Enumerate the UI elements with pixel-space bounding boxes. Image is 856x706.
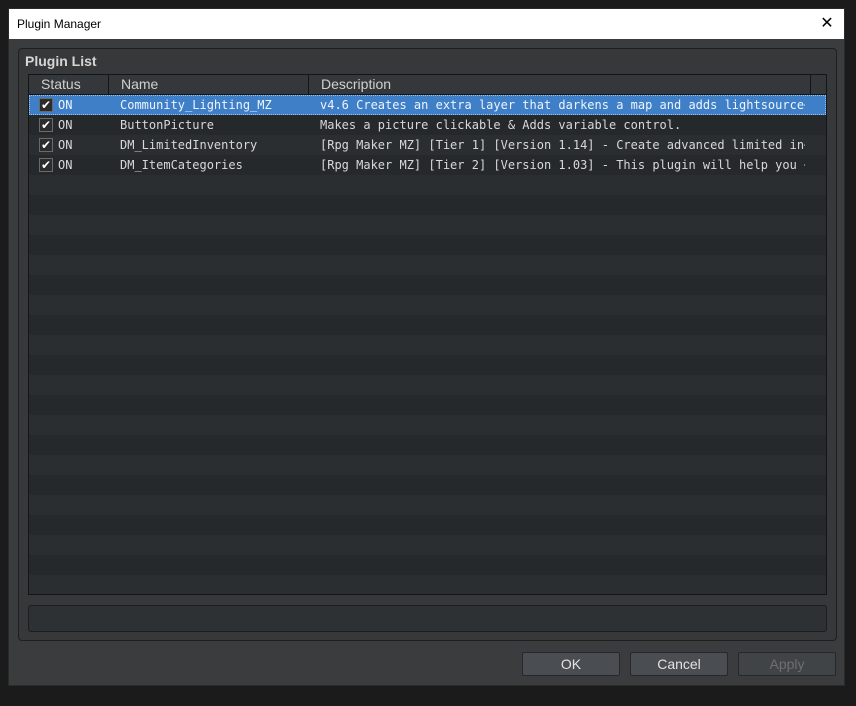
plugin-status: ON xyxy=(58,138,73,152)
column-header-status-label: Status xyxy=(41,76,81,92)
plugin-description: v4.6 Creates an extra layer that darkens… xyxy=(320,98,805,112)
list-header: Status Name Description xyxy=(29,75,826,95)
column-header-name-label: Name xyxy=(121,76,159,92)
empty-list-row xyxy=(29,475,826,495)
window-title: Plugin Manager xyxy=(17,17,102,31)
plugin-list[interactable]: Status Name Description ✔ ON Community_L… xyxy=(28,74,827,595)
close-icon: ✕ xyxy=(820,15,834,32)
empty-list-row xyxy=(29,535,826,555)
empty-list-row xyxy=(29,415,826,435)
empty-list-row xyxy=(29,295,826,315)
plugin-description-field xyxy=(28,605,827,632)
ok-button[interactable]: OK xyxy=(522,652,620,676)
empty-list-row xyxy=(29,235,826,255)
group-title: Plugin List xyxy=(25,53,97,69)
empty-list-row xyxy=(29,515,826,535)
plugin-description: [Rpg Maker MZ] [Tier 2] [Version 1.03] -… xyxy=(320,158,805,172)
column-header-status[interactable]: Status xyxy=(29,75,109,94)
plugin-description: [Rpg Maker MZ] [Tier 1] [Version 1.14] -… xyxy=(320,138,805,152)
empty-list-row xyxy=(29,395,826,415)
plugin-name: DM_LimitedInventory xyxy=(120,138,258,152)
plugin-name: DM_ItemCategories xyxy=(120,158,243,172)
plugin-row-button-picture[interactable]: ✔ ON ButtonPicture Makes a picture click… xyxy=(29,115,826,135)
title-bar: Plugin Manager ✕ xyxy=(9,9,844,39)
empty-list-row xyxy=(29,335,826,355)
empty-list-row xyxy=(29,455,826,475)
empty-list-row xyxy=(29,355,826,375)
plugin-name: Community_Lighting_MZ xyxy=(120,98,272,112)
cancel-button-label: Cancel xyxy=(657,656,701,672)
ok-button-label: OK xyxy=(560,656,582,672)
cancel-button[interactable]: Cancel xyxy=(630,652,728,676)
empty-list-row xyxy=(29,435,826,455)
checkmark-icon[interactable]: ✔ xyxy=(39,158,53,172)
column-header-spacer xyxy=(811,75,826,94)
empty-list-row xyxy=(29,375,826,395)
empty-rows xyxy=(29,175,826,594)
empty-list-row xyxy=(29,215,826,235)
empty-list-row xyxy=(29,195,826,215)
plugin-name: ButtonPicture xyxy=(120,118,214,132)
checkmark-icon[interactable]: ✔ xyxy=(39,118,53,132)
plugin-description: Makes a picture clickable & Adds variabl… xyxy=(320,118,682,132)
column-header-description-label: Description xyxy=(321,76,392,92)
empty-list-row xyxy=(29,495,826,515)
column-header-description[interactable]: Description xyxy=(309,75,811,94)
empty-list-row xyxy=(29,255,826,275)
checkmark-icon[interactable]: ✔ xyxy=(39,138,53,152)
plugin-rows: ✔ ON Community_Lighting_MZ v4.6 Creates … xyxy=(29,95,826,594)
plugin-row-community-lighting[interactable]: ✔ ON Community_Lighting_MZ v4.6 Creates … xyxy=(29,95,826,115)
empty-list-row xyxy=(29,175,826,195)
plugin-list-group: Plugin List Status Name Description ✔ ON… xyxy=(18,48,837,641)
plugin-row-item-categories[interactable]: ✔ ON DM_ItemCategories [Rpg Maker MZ] [T… xyxy=(29,155,826,175)
empty-list-row xyxy=(29,555,826,575)
plugin-status: ON xyxy=(58,118,73,132)
close-button[interactable]: ✕ xyxy=(810,9,844,39)
plugin-row-limited-inventory[interactable]: ✔ ON DM_LimitedInventory [Rpg Maker MZ] … xyxy=(29,135,826,155)
plugin-status: ON xyxy=(58,158,73,172)
empty-list-row xyxy=(29,315,826,335)
apply-button[interactable]: Apply xyxy=(738,652,836,676)
plugin-status: ON xyxy=(58,98,73,112)
checkmark-icon[interactable]: ✔ xyxy=(39,98,53,112)
empty-list-row xyxy=(29,275,826,295)
column-header-name[interactable]: Name xyxy=(109,75,309,94)
empty-list-row xyxy=(29,575,826,594)
apply-button-label: Apply xyxy=(769,656,805,672)
plugin-manager-window: Plugin Manager ✕ Plugin List Status Name… xyxy=(8,8,845,686)
